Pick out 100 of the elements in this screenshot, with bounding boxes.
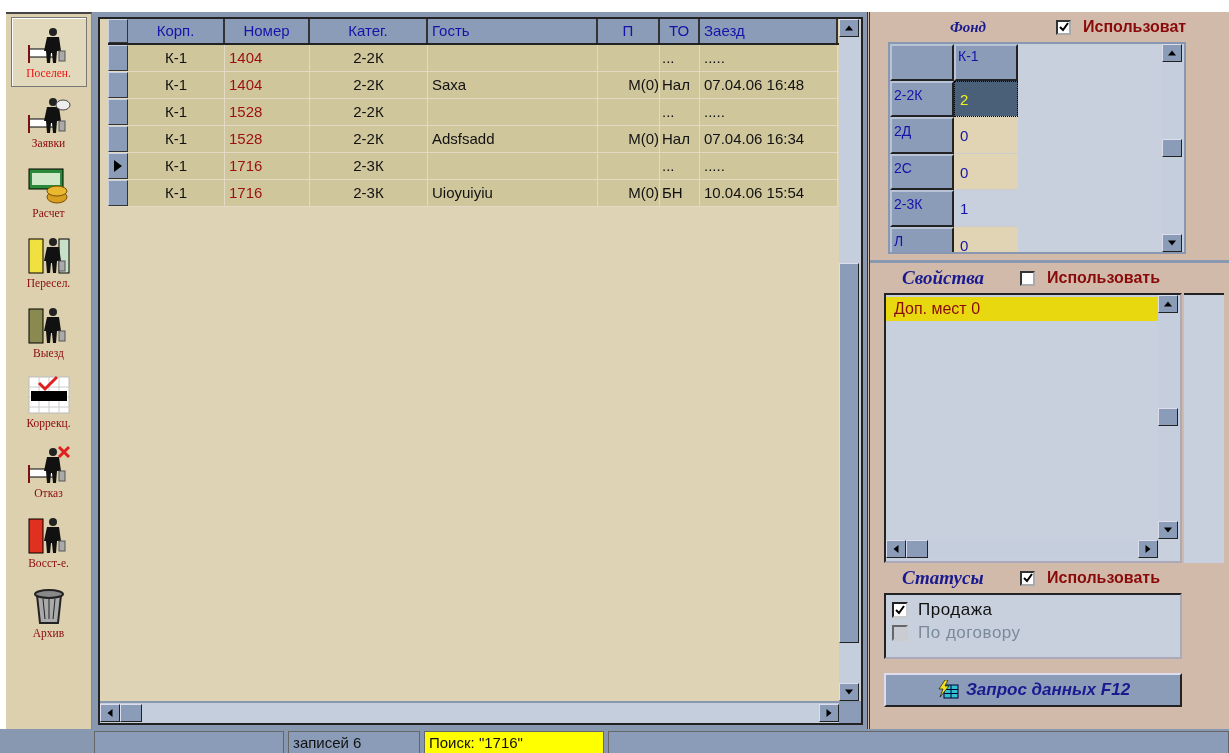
scroll-down-button[interactable] bbox=[839, 683, 859, 701]
list-item[interactable]: Доп. мест 0 bbox=[886, 297, 1158, 321]
table-cell[interactable]: 2 bbox=[954, 80, 1018, 117]
header-cell bbox=[108, 19, 128, 43]
lightning-table-icon bbox=[935, 680, 960, 700]
scroll-left-button[interactable] bbox=[100, 704, 120, 722]
scrollbar-corner bbox=[839, 703, 861, 723]
section-title: Свойства bbox=[901, 267, 986, 289]
horizontal-scrollbar[interactable] bbox=[886, 539, 1158, 559]
table-cell: 2-2К bbox=[310, 45, 428, 71]
toolbar-button[interactable]: Коррекц. bbox=[10, 367, 87, 437]
scroll-left-button[interactable] bbox=[886, 540, 906, 558]
right-arrow-icon bbox=[825, 709, 833, 717]
check-icon bbox=[895, 604, 905, 615]
row-header[interactable]: 2-2К bbox=[890, 80, 954, 117]
checkbox-label: Использовать bbox=[1047, 269, 1160, 287]
table-cell: Нал bbox=[660, 126, 700, 152]
table-cell: К-1 bbox=[128, 180, 225, 206]
toolbar-button[interactable]: Расчет bbox=[10, 157, 87, 227]
table-cell: 2-3К bbox=[310, 180, 428, 206]
column-header[interactable]: П bbox=[598, 19, 660, 43]
column-header[interactable]: К-1 bbox=[954, 44, 1018, 81]
table-cell: ... bbox=[660, 45, 700, 71]
table-cell: 10.04.06 15:54 bbox=[700, 180, 838, 206]
column-header[interactable]: Корп. bbox=[128, 19, 225, 43]
column-header[interactable]: ТО bbox=[660, 19, 700, 43]
table-cell[interactable]: 0 bbox=[954, 117, 1018, 154]
checkbox-label: Использоват bbox=[1083, 18, 1187, 36]
section-title: Статусы bbox=[901, 567, 985, 589]
column-header[interactable]: Гость bbox=[428, 19, 598, 43]
left-arrow-icon bbox=[892, 545, 900, 553]
scroll-thumb[interactable] bbox=[839, 263, 859, 643]
table-cell[interactable]: 0 bbox=[954, 153, 1018, 190]
checkbox[interactable] bbox=[1056, 19, 1071, 35]
toolbar-button[interactable]: Заявки bbox=[10, 87, 87, 157]
scroll-up-button[interactable] bbox=[839, 19, 859, 37]
table-cell: К-1 bbox=[128, 153, 225, 179]
row-indicator[interactable] bbox=[108, 45, 128, 71]
query-button[interactable]: Запрос данных F12 bbox=[884, 673, 1182, 707]
toolbar-button[interactable]: Выезд bbox=[10, 297, 87, 367]
toolbar-button[interactable]: Восст-е. bbox=[10, 507, 87, 577]
table-cell: ... bbox=[660, 153, 700, 179]
scroll-thumb[interactable] bbox=[906, 540, 928, 558]
table-cell: 07.04.06 16:48 bbox=[700, 72, 838, 98]
column-header[interactable]: Заезд bbox=[700, 19, 838, 43]
table-cell: К-1 bbox=[128, 126, 225, 152]
vertical-scrollbar[interactable] bbox=[1158, 295, 1180, 539]
column-header[interactable]: Номер bbox=[225, 19, 310, 43]
row-header[interactable]: Л bbox=[890, 226, 954, 252]
table-cell: К-1 bbox=[128, 45, 225, 71]
vertical-scrollbar[interactable] bbox=[1162, 44, 1184, 252]
row-indicator[interactable] bbox=[108, 153, 128, 179]
scroll-right-button[interactable] bbox=[1138, 540, 1158, 558]
toolbar-button[interactable]: Пересел. bbox=[10, 227, 87, 297]
table-cell: Adsfsadd bbox=[428, 126, 598, 152]
scroll-up-button[interactable] bbox=[1158, 295, 1178, 313]
check-icon bbox=[1058, 22, 1069, 32]
table-cell: 2-2К bbox=[310, 72, 428, 98]
right-arrow-icon bbox=[1144, 545, 1152, 553]
scroll-down-button[interactable] bbox=[1158, 521, 1178, 539]
down-arrow-icon bbox=[1168, 239, 1176, 247]
table-cell: Uioyuiyiu bbox=[428, 180, 598, 206]
scroll-thumb[interactable] bbox=[120, 704, 142, 722]
up-arrow-icon bbox=[845, 24, 853, 32]
scroll-thumb[interactable] bbox=[1162, 139, 1182, 157]
table-cell[interactable]: 0 bbox=[954, 226, 1018, 252]
down-arrow-icon bbox=[1164, 526, 1172, 534]
table-cell: 1404 bbox=[225, 45, 310, 71]
scroll-right-button[interactable] bbox=[819, 704, 839, 722]
toolbar-button[interactable]: Отказ bbox=[10, 437, 87, 507]
table-cell: Saxa bbox=[428, 72, 598, 98]
checkbox[interactable] bbox=[892, 601, 908, 618]
table-cell: 07.04.06 16:34 bbox=[700, 126, 838, 152]
table-cell: ..... bbox=[700, 153, 838, 179]
row-header[interactable]: 2-3К bbox=[890, 190, 954, 227]
toolbar-button[interactable]: Поселен. bbox=[10, 17, 87, 87]
table-cell: Нал bbox=[660, 72, 700, 98]
up-arrow-icon bbox=[1164, 300, 1172, 308]
scroll-down-button[interactable] bbox=[1162, 234, 1182, 252]
checkbox[interactable] bbox=[1020, 270, 1035, 286]
scroll-thumb[interactable] bbox=[1158, 408, 1178, 426]
row-indicator[interactable] bbox=[108, 99, 128, 125]
left-arrow-icon bbox=[106, 709, 114, 717]
row-indicator[interactable] bbox=[108, 126, 128, 152]
table-cell: К-1 bbox=[128, 72, 225, 98]
person-two-doors-icon bbox=[26, 235, 71, 275]
table-cell: 2-2К bbox=[310, 99, 428, 125]
row-header[interactable]: 2Д bbox=[890, 117, 954, 154]
toolbar-button[interactable]: Архив bbox=[10, 577, 87, 647]
column-header[interactable]: Катег. bbox=[310, 19, 428, 43]
checkbox[interactable] bbox=[1020, 570, 1035, 586]
row-indicator[interactable] bbox=[108, 72, 128, 98]
row-indicator[interactable] bbox=[108, 180, 128, 206]
grid-check-icon bbox=[26, 375, 71, 415]
row-header[interactable]: 2С bbox=[890, 153, 954, 190]
table-cell: 1404 bbox=[225, 72, 310, 98]
vertical-scrollbar[interactable] bbox=[839, 19, 861, 701]
scroll-up-button[interactable] bbox=[1162, 44, 1182, 62]
horizontal-scrollbar[interactable] bbox=[100, 701, 861, 723]
table-cell: 2-3К bbox=[310, 153, 428, 179]
